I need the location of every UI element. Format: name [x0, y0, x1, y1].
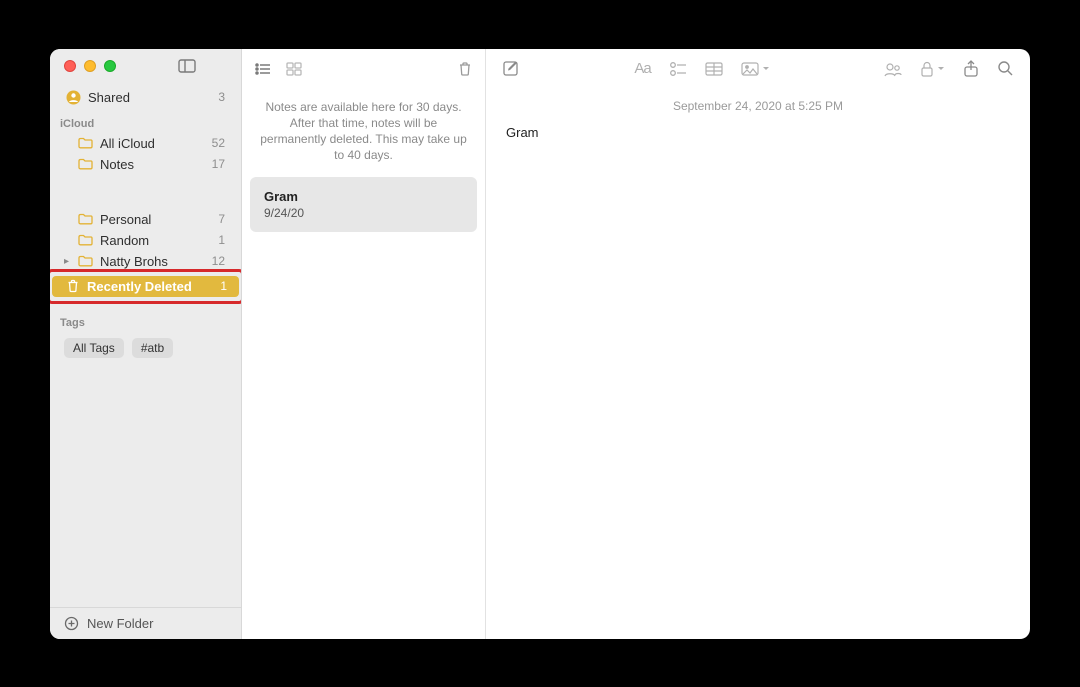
- folder-icon: [78, 213, 93, 225]
- sidebar-item-label: Shared: [88, 90, 130, 105]
- folder-icon: [78, 158, 93, 170]
- sidebar-item-personal[interactable]: Personal 7: [50, 209, 241, 230]
- search-icon[interactable]: [997, 60, 1014, 77]
- sidebar-item-label: Natty Brohs: [100, 254, 168, 269]
- sidebar-item-label: Notes: [100, 157, 134, 172]
- sidebar-item-shared[interactable]: Shared 3: [50, 87, 241, 108]
- minimize-icon[interactable]: [84, 60, 96, 72]
- sidebar-item-label: Random: [100, 233, 149, 248]
- sidebar-item-count: 1: [218, 233, 225, 247]
- shared-icon: [66, 90, 81, 105]
- table-icon[interactable]: [705, 62, 723, 76]
- folder-icon: [78, 234, 93, 246]
- note-title: Gram: [264, 189, 463, 204]
- editor-toolbar: Aa: [486, 49, 1030, 89]
- close-icon[interactable]: [64, 60, 76, 72]
- sidebar-item-label: Personal: [100, 212, 151, 227]
- sidebar-section-icloud: iCloud: [50, 108, 241, 133]
- note-date: 9/24/20: [264, 206, 463, 220]
- app-window: Shared 3 iCloud All iCloud 52 Notes 17: [50, 49, 1030, 639]
- highlight-recently-deleted: Recently Deleted 1: [50, 272, 241, 301]
- media-icon[interactable]: [741, 62, 770, 76]
- titlebar: [50, 49, 241, 81]
- new-folder-button[interactable]: New Folder: [50, 607, 241, 639]
- gallery-view-icon[interactable]: [286, 62, 302, 76]
- format-text-icon[interactable]: Aa: [634, 60, 650, 77]
- delete-note-icon[interactable]: [457, 61, 473, 77]
- chevron-right-icon[interactable]: ▸: [64, 256, 69, 267]
- sidebar-item-count: 3: [218, 90, 225, 104]
- sidebar-item-count: 7: [218, 212, 225, 226]
- list-toolbar: [242, 49, 485, 89]
- lock-icon[interactable]: [920, 61, 945, 77]
- new-folder-label: New Folder: [87, 616, 153, 631]
- sidebar-item-natty-brohs[interactable]: ▸ Natty Brohs 12: [50, 251, 241, 272]
- note-content-column: Aa Se: [486, 49, 1030, 639]
- sidebar-section-tags: Tags: [50, 301, 241, 332]
- deleted-info-message: Notes are available here for 30 days. Af…: [242, 89, 485, 178]
- note-list-item[interactable]: Gram 9/24/20: [250, 177, 477, 232]
- sidebar-item-count: 17: [212, 157, 225, 171]
- zoom-icon[interactable]: [104, 60, 116, 72]
- plus-circle-icon: [64, 616, 79, 631]
- compose-icon[interactable]: [502, 60, 520, 78]
- tag-atb[interactable]: #atb: [132, 338, 173, 358]
- sidebar: Shared 3 iCloud All iCloud 52 Notes 17: [50, 49, 242, 639]
- list-view-icon[interactable]: [254, 62, 272, 76]
- tag-all[interactable]: All Tags: [64, 338, 124, 358]
- sidebar-item-label: All iCloud: [100, 136, 155, 151]
- folder-icon: [78, 255, 93, 267]
- sidebar-item-count: 52: [212, 136, 225, 150]
- folder-icon: [78, 137, 93, 149]
- tags-row: All Tags #atb: [50, 332, 241, 364]
- sidebar-item-random[interactable]: Random 1: [50, 230, 241, 251]
- share-icon[interactable]: [963, 60, 979, 78]
- sidebar-content: Shared 3 iCloud All iCloud 52 Notes 17: [50, 81, 241, 607]
- sidebar-item-recently-deleted[interactable]: Recently Deleted 1: [52, 276, 239, 297]
- checklist-icon[interactable]: [669, 61, 687, 77]
- collaborate-icon[interactable]: [884, 61, 902, 77]
- sidebar-item-notes[interactable]: Notes 17: [50, 154, 241, 175]
- sidebar-item-label: Recently Deleted: [87, 279, 192, 294]
- sidebar-item-count: 1: [220, 279, 227, 293]
- window-controls: [64, 60, 116, 72]
- sidebar-toggle-icon[interactable]: [178, 59, 196, 73]
- notes-list-column: Notes are available here for 30 days. Af…: [242, 49, 486, 639]
- note-timestamp: September 24, 2020 at 5:25 PM: [486, 89, 1030, 119]
- sidebar-item-count: 12: [212, 254, 225, 268]
- note-body[interactable]: Gram: [486, 119, 1030, 146]
- trash-icon: [66, 279, 80, 293]
- sidebar-item-all-icloud[interactable]: All iCloud 52: [50, 133, 241, 154]
